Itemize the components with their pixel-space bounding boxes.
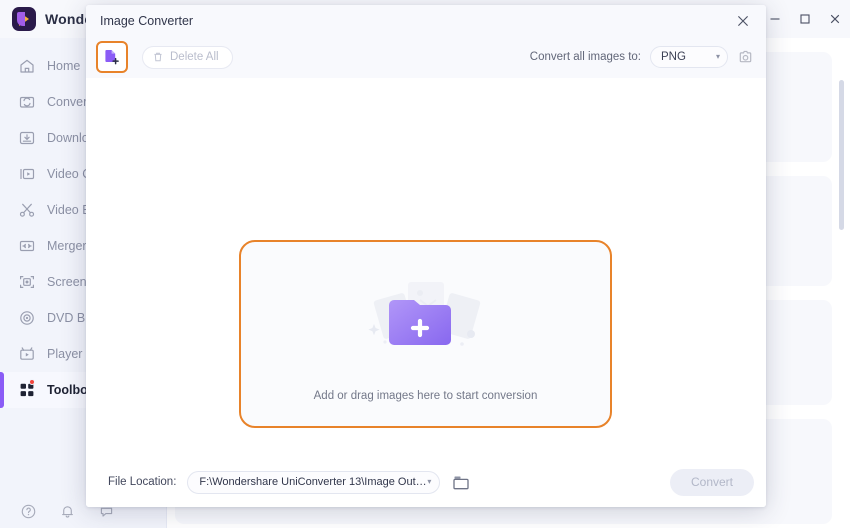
- dropzone-illustration: [358, 272, 494, 364]
- status-badge: [29, 379, 35, 385]
- toolbar-right-group: Convert all images to: PNG ▾: [530, 46, 754, 68]
- output-format-value: PNG: [661, 51, 686, 63]
- sidebar-item-label: Merger: [47, 239, 87, 253]
- output-format-select[interactable]: PNG ▾: [650, 46, 728, 68]
- convert-icon: [19, 96, 35, 108]
- close-button[interactable]: [820, 0, 850, 38]
- sidebar-item-label: Home: [47, 59, 81, 73]
- scissors-icon: [19, 203, 35, 217]
- image-dropzone[interactable]: Add or drag images here to start convers…: [239, 240, 612, 428]
- delete-all-button[interactable]: Delete All: [142, 45, 233, 69]
- dialog-close-button[interactable]: [726, 5, 760, 36]
- wondershare-logo-icon: [12, 7, 36, 31]
- trash-icon: [154, 52, 162, 62]
- image-converter-dialog: Image Converter Delete All Convert all i…: [86, 5, 766, 507]
- scrollbar-thumb[interactable]: [839, 80, 844, 230]
- bell-icon[interactable]: [59, 503, 76, 520]
- dropzone-hint: Add or drag images here to start convers…: [313, 390, 538, 402]
- maximize-button[interactable]: [790, 0, 820, 38]
- merge-icon: [19, 240, 35, 252]
- home-icon: [20, 59, 34, 73]
- dialog-title: Image Converter: [100, 13, 194, 28]
- chevron-down-icon: ▾: [715, 52, 720, 61]
- help-icon[interactable]: [20, 503, 37, 520]
- file-location-value: F:\Wondershare UniConverter 13\Image Out…: [199, 476, 428, 488]
- convert-button[interactable]: Convert: [670, 468, 754, 496]
- convert-button-label: Convert: [690, 475, 734, 489]
- convert-all-label: Convert all images to:: [529, 51, 641, 63]
- folder-icon: [453, 476, 470, 489]
- dialog-titlebar: Image Converter: [86, 5, 766, 36]
- video-compress-icon: [20, 168, 35, 180]
- dialog-toolbar: Delete All Convert all images to: PNG ▾: [86, 36, 766, 78]
- dialog-body: Add or drag images here to start convers…: [86, 78, 766, 457]
- delete-all-label: Delete All: [170, 51, 219, 63]
- add-files-button[interactable]: [96, 41, 128, 73]
- browse-folder-button[interactable]: [452, 473, 470, 491]
- sidebar-item-label: Player: [47, 347, 83, 361]
- screen: Wondershare UniConverter: [0, 0, 850, 528]
- image-settings-icon[interactable]: [737, 49, 754, 66]
- player-icon: [20, 347, 34, 360]
- download-icon: [19, 131, 35, 145]
- file-location-select[interactable]: F:\Wondershare UniConverter 13\Image Out…: [187, 470, 441, 494]
- file-location-label: File Location:: [108, 476, 177, 488]
- add-file-icon: [105, 50, 119, 65]
- chevron-down-icon: ▾: [427, 477, 432, 486]
- dialog-footer: File Location: F:\Wondershare UniConvert…: [86, 457, 766, 507]
- screen-record-icon: [20, 276, 34, 288]
- disc-icon: [20, 311, 34, 325]
